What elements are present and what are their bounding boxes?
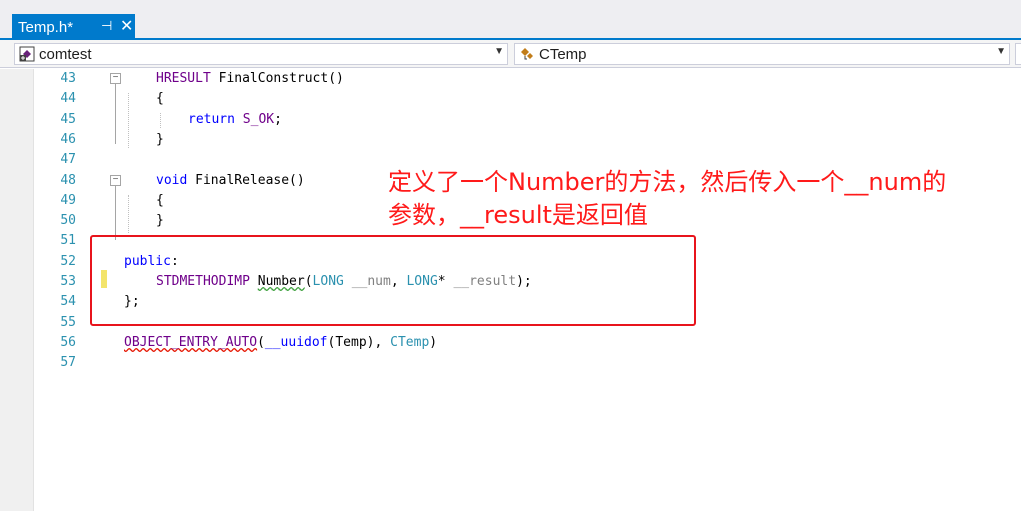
code-token: CTemp [390,335,430,350]
code-token: return [188,112,235,127]
line-number: 54 [60,294,76,309]
code-text: } [156,211,164,231]
line-number: 52 [60,254,76,269]
code-text: return S_OK; [188,110,282,130]
code-token: void [156,173,188,188]
indent-guide [128,195,129,233]
code-text: { [156,191,164,211]
outline-line [115,84,116,144]
document-tab-temp-h[interactable]: Temp.h* ⊣ ✕ [12,14,135,40]
code-text: void FinalRelease() [156,171,305,191]
code-token: { [156,91,164,106]
line-number: 51 [60,233,76,248]
code-token: (Temp), [327,335,391,350]
line-number: 55 [60,315,76,330]
scope-name: CTemp [539,45,587,63]
tab-title: Temp.h* [18,18,74,36]
code-token: __uuidof [264,335,328,350]
annotation-line-1: 定义了一个Number的方法，然后传入一个__num的 [388,168,947,196]
close-icon[interactable]: ✕ [120,16,133,36]
annotation-text: 定义了一个Number的方法，然后传入一个__num的 参数，__result是… [388,166,1018,232]
code-line[interactable]: 45 return S_OK; [0,110,1021,130]
code-token: { [156,193,164,208]
code-token: OBJECT_ENTRY_AUTO [124,335,258,350]
code-token: } [156,213,164,228]
line-number: 53 [60,274,76,289]
project-dropdown[interactable]: comtest ▼ [14,43,508,65]
code-token: ) [429,335,438,350]
indent-guide [160,113,161,128]
project-name: comtest [39,45,92,63]
class-icon [521,48,533,60]
navigation-bar: comtest ▼ CTemp ▼ [0,40,1021,68]
code-token: S_OK [242,112,275,127]
line-number: 44 [60,91,76,106]
line-number: 57 [60,355,76,370]
line-number: 50 [60,213,76,228]
code-text: { [156,89,164,109]
member-dropdown[interactable] [1015,43,1021,65]
code-line[interactable]: 44 { [0,89,1021,109]
code-token: ; [274,112,282,127]
code-token: ( [257,335,265,350]
code-token: HRESULT [156,71,211,86]
chevron-down-icon[interactable]: ▼ [996,46,1006,57]
line-number: 46 [60,132,76,147]
code-line[interactable]: 46} [0,130,1021,150]
collapse-icon[interactable]: − [110,73,121,84]
line-number: 48 [60,173,76,188]
pin-icon[interactable]: ⊣ [101,18,112,34]
document-tab-strip: Temp.h* ⊣ ✕ [0,0,1021,40]
project-icon [19,46,35,62]
line-number: 47 [60,152,76,167]
scope-dropdown[interactable]: CTemp ▼ [514,43,1010,65]
code-line[interactable]: 57 [0,353,1021,373]
code-line[interactable]: 56 OBJECT_ENTRY_AUTO(__uuidof(Temp), CTem… [0,333,1021,353]
code-token: } [156,132,164,147]
line-number: 56 [60,335,76,350]
indent-guide [128,93,129,148]
chevron-down-icon[interactable]: ▼ [494,46,504,57]
annotation-highlight-box [90,235,696,326]
line-number: 45 [60,112,76,127]
code-token: FinalRelease() [187,173,305,188]
code-text: HRESULT FinalConstruct() [156,69,344,89]
outline-line [115,185,116,240]
code-text: } [156,130,164,150]
line-number: 49 [60,193,76,208]
code-line[interactable]: 43 − HRESULT FinalConstruct() [0,69,1021,89]
code-text: OBJECT_ENTRY_AUTO(__uuidof(Temp), CTemp) [124,333,437,353]
annotation-line-2: 参数，__result是返回值 [388,201,648,229]
code-token: FinalConstruct() [210,71,344,86]
line-number: 43 [60,71,76,86]
